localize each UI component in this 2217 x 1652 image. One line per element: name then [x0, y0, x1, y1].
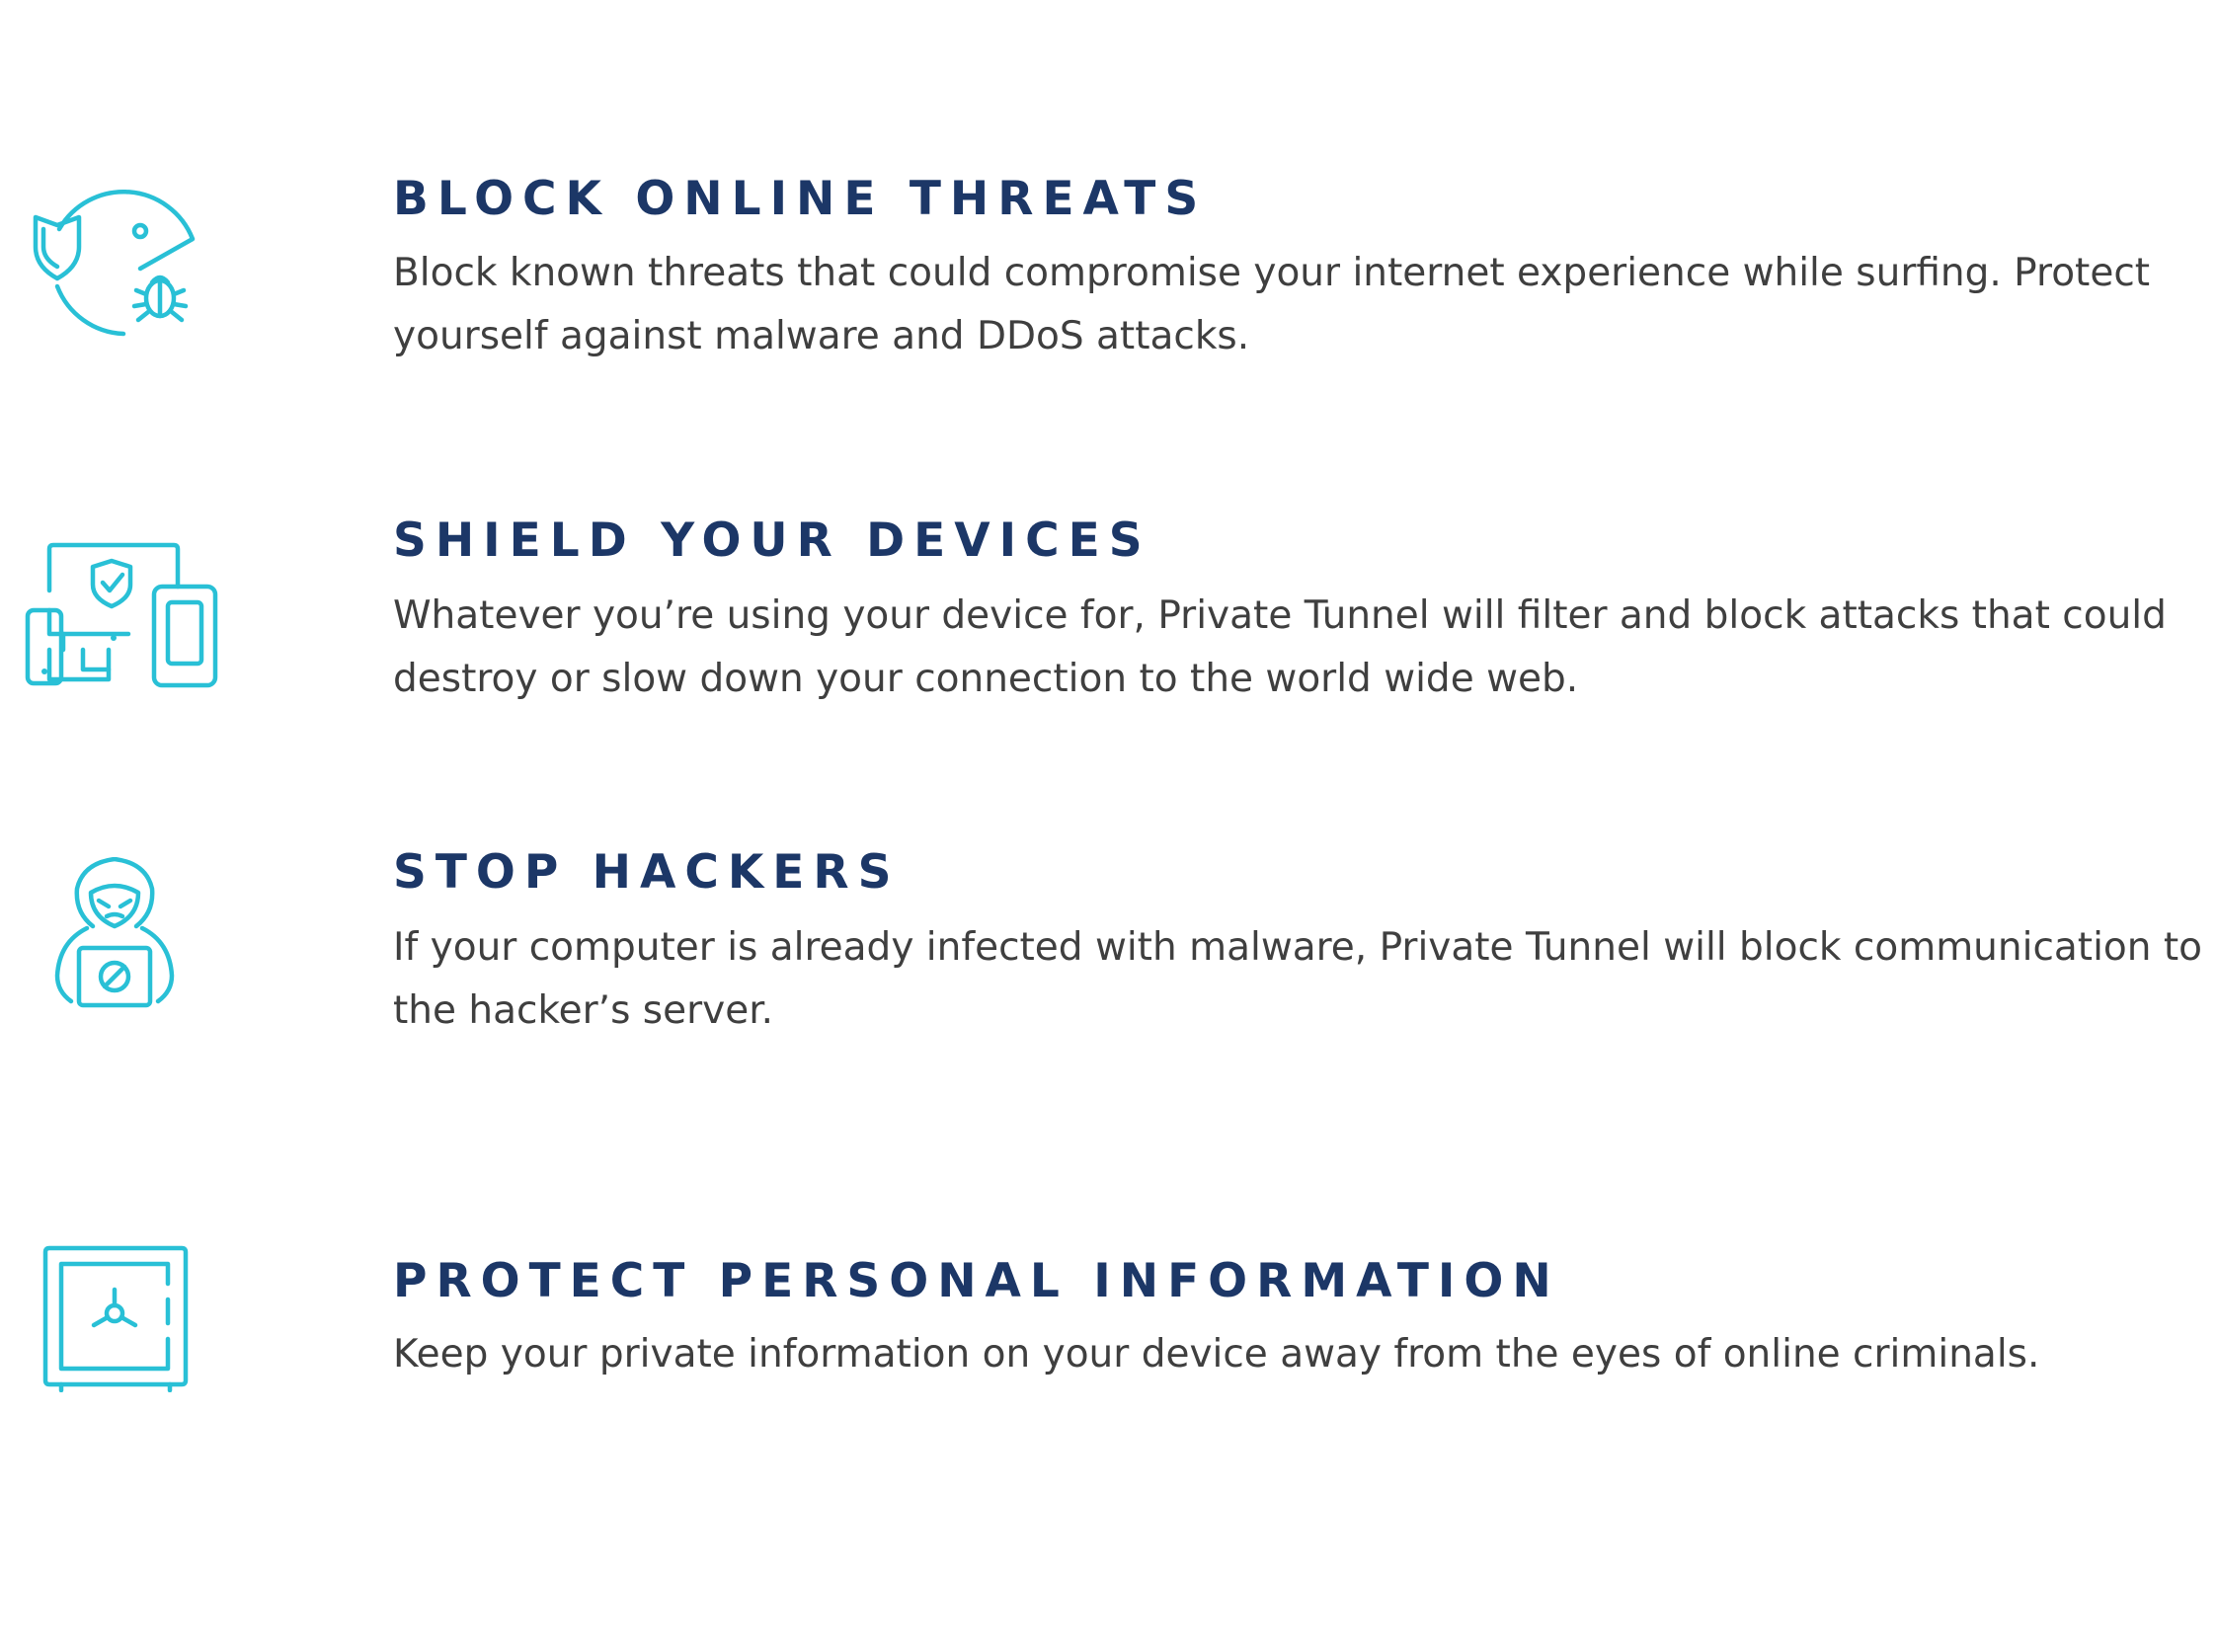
- devices-shield-icon: [25, 542, 218, 688]
- feature-title: BLOCK ONLINE THREATS: [393, 172, 1208, 226]
- feature-description-line: Block known threats that could compromis…: [393, 251, 2151, 295]
- feature-description-line: the hacker’s server.: [393, 988, 774, 1033]
- feature-description-line: If your computer is already infected wit…: [393, 925, 2203, 970]
- feature-description-line: yourself against malware and DDoS attack…: [393, 314, 1250, 358]
- feature-title: PROTECT PERSONAL INFORMATION: [393, 1254, 1560, 1308]
- safe-vault-icon: [42, 1245, 189, 1392]
- feature-title: STOP HACKERS: [393, 845, 901, 900]
- hacker-icon: [54, 857, 175, 1008]
- feature-description-line: Keep your private information on your de…: [393, 1332, 2040, 1377]
- feature-description-line: destroy or slow down your connection to …: [393, 657, 1579, 701]
- threat-block-icon: [33, 189, 196, 337]
- feature-title: SHIELD YOUR DEVICES: [393, 513, 1151, 568]
- feature-description-line: Whatever you’re using your device for, P…: [393, 593, 2167, 638]
